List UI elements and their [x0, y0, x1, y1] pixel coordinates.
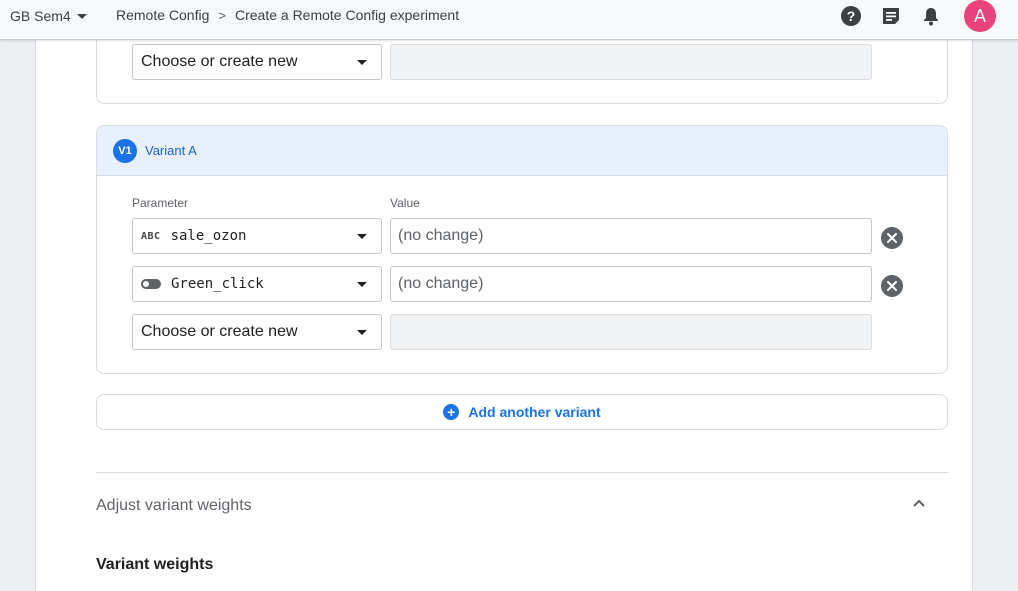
- text-type-icon: ABC: [141, 230, 161, 242]
- add-circle-icon: +: [443, 404, 460, 420]
- breadcrumb: Remote Config > Create a Remote Config e…: [116, 7, 459, 23]
- top-actions: ? A: [822, 0, 996, 32]
- notifications-icon[interactable]: [920, 5, 942, 27]
- dropdown-arrow-icon: [357, 60, 367, 65]
- remove-parameter-button[interactable]: [881, 275, 903, 297]
- value-label: Value: [390, 196, 420, 210]
- divider: [96, 472, 948, 473]
- parameter-select-sale-ozon[interactable]: ABC sale_ozon: [132, 218, 382, 254]
- parameter-select-new[interactable]: Choose or create new: [132, 314, 382, 350]
- select-placeholder: Choose or create new: [141, 53, 298, 70]
- breadcrumb-separator: >: [218, 7, 226, 23]
- parameter-name: sale_ozon: [170, 228, 247, 244]
- select-placeholder: Choose or create new: [141, 323, 298, 340]
- add-variant-label: Add another variant: [468, 404, 601, 420]
- parameter-select-new[interactable]: Choose or create new: [132, 44, 382, 80]
- value-input-sale-ozon[interactable]: (no change): [390, 218, 872, 254]
- value-field-disabled: [390, 44, 872, 80]
- top-bar: GB Sem4 Remote Config > Create a Remote …: [0, 0, 1018, 40]
- avatar[interactable]: A: [964, 0, 996, 32]
- dropdown-arrow-icon: [357, 330, 367, 335]
- variant-header: V1 Variant A: [97, 126, 947, 176]
- parameter-select-green-click[interactable]: Green_click: [132, 266, 382, 302]
- parameter-label: Parameter: [132, 196, 189, 210]
- value-placeholder: (no change): [398, 275, 484, 292]
- breadcrumb-remote-config[interactable]: Remote Config: [116, 7, 209, 23]
- value-input-green-click[interactable]: (no change): [390, 266, 872, 302]
- project-selector[interactable]: GB Sem4: [10, 7, 87, 25]
- parameter-name: Green_click: [171, 276, 264, 292]
- control-group-card: Choose or create new: [96, 30, 948, 104]
- remove-parameter-button[interactable]: [881, 227, 903, 249]
- value-placeholder: (no change): [398, 227, 484, 244]
- close-icon: [887, 233, 897, 243]
- main-panel: Choose or create new V1 Variant A Parame…: [35, 30, 973, 591]
- add-variant-button[interactable]: + Add another variant: [96, 394, 948, 430]
- adjust-weights-title[interactable]: Adjust variant weights: [96, 497, 252, 515]
- project-name: GB Sem4: [10, 8, 71, 24]
- variant-card: V1 Variant A Parameter Value ABC sale_oz…: [96, 125, 948, 374]
- variant-title: Variant A: [145, 143, 197, 158]
- boolean-type-icon: [141, 279, 161, 289]
- chevron-down-icon: [76, 13, 87, 19]
- chevron-up-icon[interactable]: [909, 494, 929, 514]
- feedback-icon[interactable]: [880, 5, 902, 27]
- close-icon: [887, 281, 897, 291]
- value-field-disabled: [390, 314, 872, 350]
- dropdown-arrow-icon: [357, 282, 367, 287]
- svg-text:?: ?: [847, 8, 856, 24]
- dropdown-arrow-icon: [357, 234, 367, 239]
- variant-badge: V1: [113, 138, 137, 163]
- breadcrumb-current: Create a Remote Config experiment: [234, 7, 460, 23]
- help-icon[interactable]: ?: [840, 5, 862, 27]
- variant-weights-title: Variant weights: [96, 556, 214, 573]
